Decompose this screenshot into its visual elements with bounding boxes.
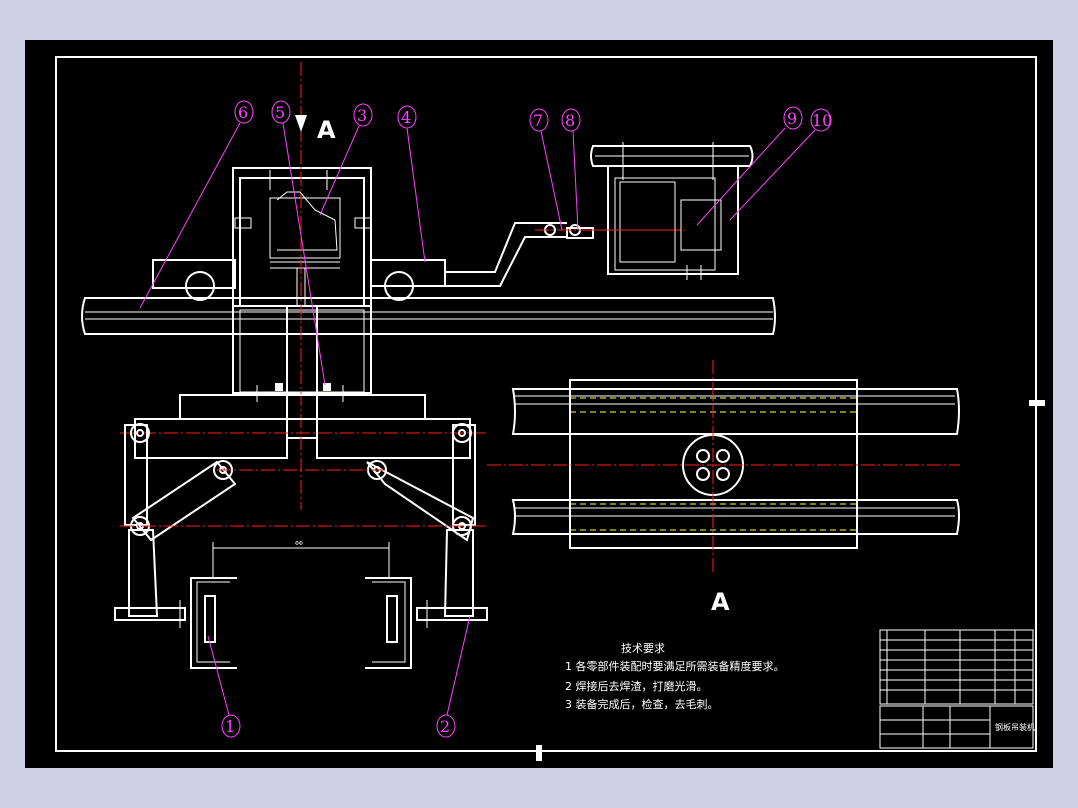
jaw-pads: ΦΦ bbox=[190, 541, 412, 669]
view-a-rail bbox=[511, 388, 960, 535]
view-a-label-top: A bbox=[317, 116, 336, 144]
drawing-sheet: ΦΦ A A 6 5 3 4 7 8 9 10 1 2 技术要求 1 各零部件装… bbox=[25, 40, 1053, 768]
view-a-plate bbox=[487, 360, 960, 575]
border-tick-right bbox=[1029, 400, 1045, 406]
svg-text:1: 1 bbox=[225, 717, 235, 736]
svg-text:6: 6 bbox=[238, 103, 248, 122]
svg-text:4: 4 bbox=[401, 108, 411, 127]
title-block: 钢板吊装机 bbox=[879, 705, 1035, 749]
svg-text:5: 5 bbox=[275, 103, 285, 122]
svg-text:3 装备完成后，检查，去毛刺。: 3 装备完成后，检查，去毛刺。 bbox=[565, 697, 719, 711]
border-tick-bottom bbox=[536, 745, 542, 761]
title-block-name: 钢板吊装机 bbox=[995, 722, 1035, 732]
dimension-text: ΦΦ bbox=[295, 541, 303, 547]
balloon-10: 10 bbox=[729, 108, 832, 221]
svg-text:7: 7 bbox=[533, 111, 543, 130]
svg-text:1 各零部件装配时要满足所需装备精度要求。: 1 各零部件装配时要满足所需装备精度要求。 bbox=[565, 659, 785, 673]
svg-text:技术要求: 技术要求 bbox=[621, 642, 665, 655]
view-a-label-bottom: A bbox=[711, 588, 730, 616]
svg-text:3: 3 bbox=[357, 106, 367, 125]
balloon-1: 1 bbox=[207, 635, 241, 738]
svg-text:8: 8 bbox=[565, 111, 575, 130]
balloon-7: 7 bbox=[529, 108, 563, 231]
svg-text:10: 10 bbox=[812, 111, 832, 130]
balloon-6: 6 bbox=[139, 100, 254, 309]
rail-beam bbox=[81, 297, 776, 335]
crossbar bbox=[120, 394, 487, 459]
motor-box bbox=[590, 142, 754, 280]
parts-list-table bbox=[879, 629, 1034, 705]
cad-drawing: ΦΦ A A 6 5 3 4 7 8 9 10 1 2 技术要求 1 各零部件装… bbox=[55, 56, 1045, 761]
balloon-4: 4 bbox=[397, 105, 426, 263]
balloon-8: 8 bbox=[561, 108, 581, 231]
tech-requirements: 技术要求 1 各零部件装配时要满足所需装备精度要求。 2 焊接后去焊渣，打磨光滑… bbox=[565, 642, 785, 711]
center-shaft bbox=[286, 62, 318, 510]
svg-text:2: 2 bbox=[440, 717, 450, 736]
gearbox-housing bbox=[232, 167, 372, 402]
svg-text:9: 9 bbox=[787, 109, 797, 128]
pivot-centerlines bbox=[120, 469, 487, 527]
balloon-2: 2 bbox=[436, 615, 471, 738]
svg-text:2 焊接后去焊渣，打磨光滑。: 2 焊接后去焊渣，打磨光滑。 bbox=[565, 679, 708, 693]
